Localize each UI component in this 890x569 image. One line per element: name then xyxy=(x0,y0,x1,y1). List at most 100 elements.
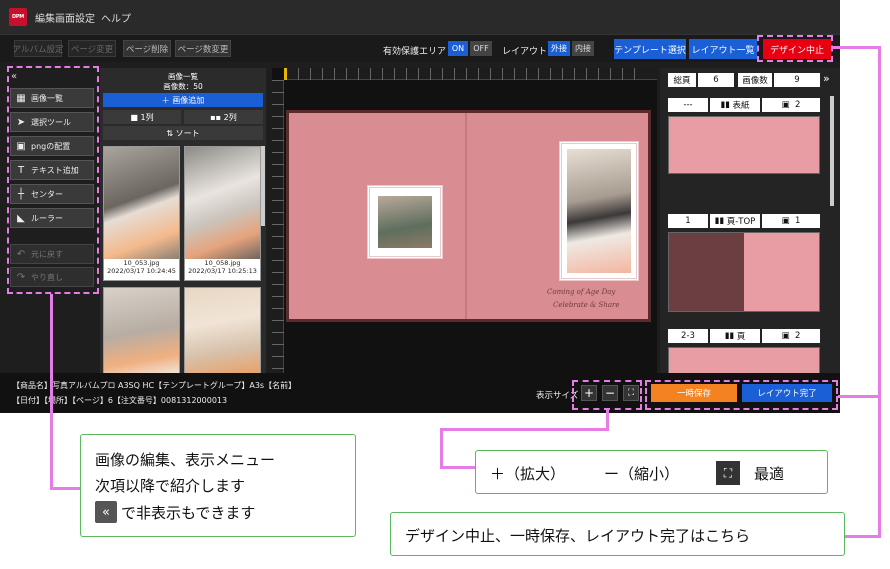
image-icon: ▣ xyxy=(781,100,795,110)
total-images-label: 画像数 xyxy=(738,73,772,87)
connector-line xyxy=(50,294,53,488)
page-group-count: ▣ 2 xyxy=(762,329,820,343)
image-thumb[interactable] xyxy=(184,287,261,373)
image-icon: ▣ xyxy=(781,216,795,226)
fit-icon: ⛶ xyxy=(716,461,740,485)
connector-line xyxy=(878,46,881,538)
callout-left-panel: 画像の編集、表示メニュー 次項以降で紹介します « で非表示もできます xyxy=(80,434,356,537)
book-icon: ▮▮ xyxy=(724,331,737,341)
design-canvas[interactable]: Coming of Age Day Celebrate & Share xyxy=(272,68,657,373)
book-icon: ▮▮ xyxy=(720,100,733,110)
page-group-number: --- xyxy=(668,98,708,112)
thumb-date: 2022/03/17 10:25:13 xyxy=(188,267,257,275)
page-thumb-1[interactable] xyxy=(668,232,820,312)
protect-on-button[interactable]: ON xyxy=(448,41,468,56)
two-column-button[interactable]: ▪▪ 2列 xyxy=(184,110,263,124)
page-type-label: 頁-TOP xyxy=(726,217,756,227)
page-thumb-cover[interactable] xyxy=(668,116,820,174)
count-label: 1 xyxy=(795,216,801,226)
layout-inner-button[interactable]: 内接 xyxy=(572,41,594,56)
one-column-label: 1列 xyxy=(140,112,154,122)
spread-fold xyxy=(465,113,467,319)
callout-text: 画像の編集、表示メニュー xyxy=(95,451,276,469)
sort-label: ソート xyxy=(175,128,200,138)
callout-text: 次項以降で紹介します xyxy=(95,477,246,495)
expand-icon[interactable]: » xyxy=(823,72,830,85)
menu-bar: 編集画面設定 ヘルプ xyxy=(35,10,131,25)
order-info: 【日付】【場所】【ページ】6【注文番号】0081312000013 xyxy=(12,396,228,405)
protect-off-button[interactable]: OFF xyxy=(470,41,492,56)
image-thumb[interactable] xyxy=(103,287,180,373)
menu-help[interactable]: ヘルプ xyxy=(101,10,131,25)
page-list-panel: 総頁 6 画像数 9 » --- ▮▮ 表紙 ▣ 2 1 ▮▮ 頁-TOP ▣ … xyxy=(660,68,840,373)
scrollbar[interactable] xyxy=(261,146,265,226)
layout-list-button[interactable]: レイアウト一覧 xyxy=(689,39,757,59)
photo-frame-right[interactable] xyxy=(559,141,639,281)
page-group-count: ▣ 1 xyxy=(762,214,820,228)
thumb-filename: 10_058.jpg xyxy=(204,259,241,267)
menu-edit-settings[interactable]: 編集画面設定 xyxy=(35,10,95,25)
connector-line xyxy=(50,487,80,490)
total-pages-value: 6 xyxy=(698,73,734,87)
editor-app: DPM 編集画面設定 ヘルプ アルバム設定 ページ変更 ページ削除 ページ数変更… xyxy=(0,0,840,413)
page-group-type: ▮▮ 頁-TOP xyxy=(710,214,760,228)
connector-line xyxy=(440,428,443,468)
vertical-ruler xyxy=(272,80,284,373)
script-text-2[interactable]: Celebrate & Share xyxy=(553,301,619,309)
album-settings-button[interactable]: アルバム設定 xyxy=(13,40,63,57)
photo-frame-left[interactable] xyxy=(367,185,443,259)
sort-icon: ⇅ xyxy=(166,128,176,138)
horizontal-ruler xyxy=(284,68,657,80)
image-count: 画像数：50 xyxy=(163,82,203,91)
photo xyxy=(185,288,260,373)
page-delete-button[interactable]: ページ削除 xyxy=(123,40,171,57)
connector-line xyxy=(440,466,476,469)
one-column-button[interactable]: ■ 1列 xyxy=(103,110,181,124)
album-spread[interactable]: Coming of Age Day Celebrate & Share xyxy=(286,110,651,322)
total-pages-label: 総頁 xyxy=(668,73,696,87)
page-group-number: 2-3 xyxy=(668,329,708,343)
count-label: 2 xyxy=(795,100,801,110)
total-images-value: 9 xyxy=(774,73,820,87)
page-type-label: 頁 xyxy=(736,332,746,342)
layout-outer-button[interactable]: 外接 xyxy=(548,41,570,56)
left-panel-highlight xyxy=(7,66,99,294)
thumb-filename: 10_053.jpg xyxy=(123,259,160,267)
page-thumb-2-3[interactable] xyxy=(668,347,820,373)
image-list-panel: 画像一覧 画像数：50 ＋ 画像追加 ■ 1列 ▪▪ 2列 ⇅ ソート 10_0… xyxy=(100,68,266,373)
callout-text: ＋（拡大） xyxy=(490,465,566,483)
square-icon: ■ xyxy=(130,112,141,122)
page-group-type: ▮▮ 表紙 xyxy=(710,98,760,112)
image-thumb[interactable]: 10_053.jpg 2022/03/17 10:24:45 xyxy=(103,146,180,281)
book-icon: ▮▮ xyxy=(714,216,727,226)
photo xyxy=(104,288,179,373)
scrollbar[interactable] xyxy=(830,96,834,206)
two-column-label: 2列 xyxy=(223,112,237,122)
layout-label: レイアウト xyxy=(502,47,548,57)
callout-text: デザイン中止、一時保存、レイアウト完了はこちら xyxy=(405,527,751,545)
connector-line xyxy=(845,535,881,538)
add-image-button[interactable]: ＋ 画像追加 xyxy=(103,93,263,107)
thumb-date: 2022/03/17 10:24:45 xyxy=(107,267,176,275)
image-thumb[interactable]: 10_058.jpg 2022/03/17 10:25:13 xyxy=(184,146,261,281)
collapse-icon: « xyxy=(95,501,117,523)
grid-icon: ▪▪ xyxy=(210,112,224,122)
script-text-1[interactable]: Coming of Age Day xyxy=(547,288,615,296)
page-group-number: 1 xyxy=(668,214,708,228)
page-count-change-button[interactable]: ページ数変更 xyxy=(175,40,231,57)
callout-text: 最適 xyxy=(754,465,785,483)
photo xyxy=(104,147,179,259)
template-select-button[interactable]: テンプレート選択 xyxy=(614,39,686,59)
callout-text: ー（縮小） xyxy=(604,465,680,483)
callout-save-buttons: デザイン中止、一時保存、レイアウト完了はこちら xyxy=(390,512,845,556)
page-change-button[interactable]: ページ変更 xyxy=(68,40,116,57)
count-label: 2 xyxy=(795,331,801,341)
design-cancel-highlight xyxy=(757,35,833,62)
callout-zoom: ＋（拡大） ー（縮小） ⛶ 最適 xyxy=(475,450,828,494)
zoom-highlight xyxy=(572,380,642,410)
page-group-type: ▮▮ 頁 xyxy=(710,329,760,343)
callout-text: で非表示もできます xyxy=(121,504,256,522)
protect-area-label: 有効保護エリア xyxy=(383,47,447,57)
connector-line xyxy=(833,46,881,49)
sort-button[interactable]: ⇅ ソート xyxy=(103,126,263,140)
